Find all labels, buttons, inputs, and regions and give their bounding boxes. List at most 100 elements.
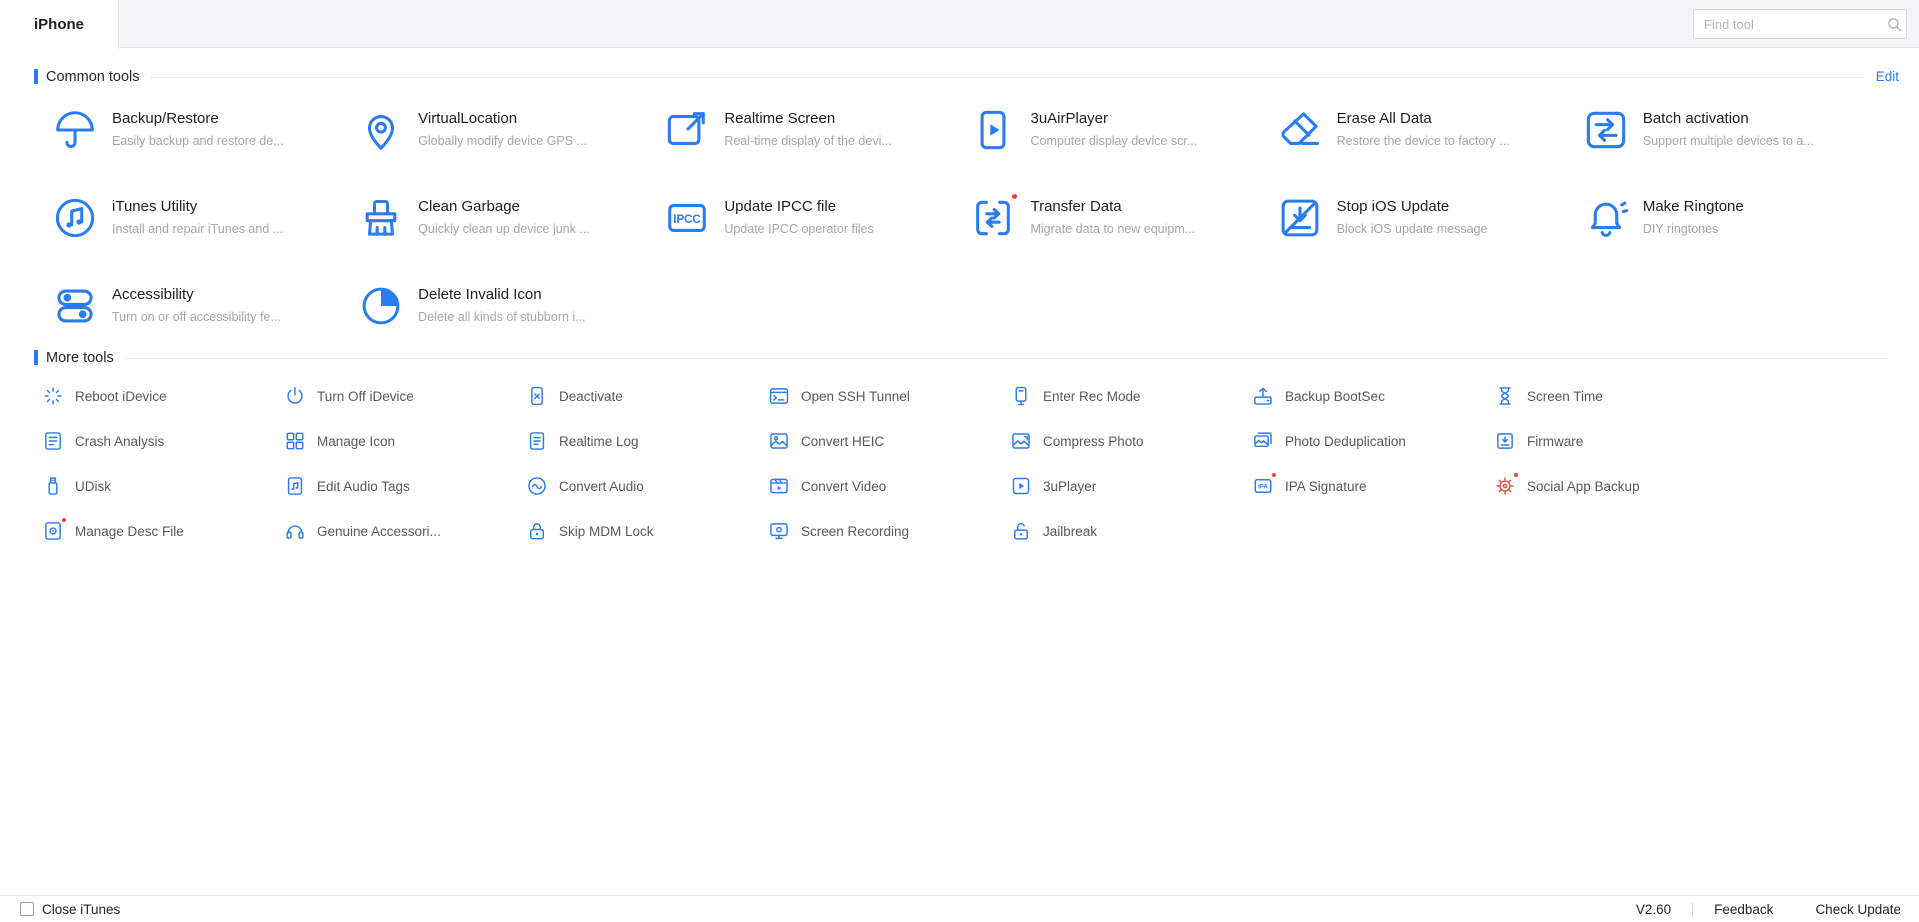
tool-desc: Turn on or off accessibility fe... (112, 310, 281, 324)
search-icon[interactable] (1886, 16, 1903, 33)
common-tool-delete-invalid-icon[interactable]: Delete Invalid Icon Delete all kinds of s… (358, 283, 664, 329)
3uplayer-icon (1010, 475, 1032, 497)
common-tool-itunes-utility[interactable]: iTunes Utility Install and repair iTunes … (52, 195, 358, 241)
tool-label: Turn Off iDevice (317, 388, 414, 404)
common-tool-make-ringtone[interactable]: Make Ringtone DIY ringtones (1583, 195, 1889, 241)
more-tool-convert-video[interactable]: Convert Video (768, 474, 1010, 498)
common-tool-stop-ios-update[interactable]: Stop iOS Update Block iOS update message (1277, 195, 1583, 241)
tool-label: Crash Analysis (75, 433, 165, 449)
tool-label: Enter Rec Mode (1043, 388, 1141, 404)
svg-text:IPA: IPA (1258, 485, 1268, 491)
more-tool-compress-photo[interactable]: Compress Photo (1010, 429, 1252, 453)
stop-update-icon (1277, 195, 1323, 241)
common-tool-erase-all-data[interactable]: Erase All Data Restore the device to fact… (1277, 107, 1583, 153)
more-tool-crash-analysis[interactable]: Crash Analysis (42, 429, 284, 453)
umbrella-icon (52, 107, 98, 153)
tool-desc: Install and repair iTunes and ... (112, 222, 284, 236)
transfer-data-icon (970, 193, 1019, 241)
tool-label: Open SSH Tunnel (801, 388, 910, 404)
convert-audio-icon (526, 475, 548, 497)
notification-dot (1513, 472, 1519, 478)
more-tool-skip-mdm-lock[interactable]: Skip MDM Lock (526, 519, 768, 543)
common-tool-clean-garbage[interactable]: Clean Garbage Quickly clean up device jun… (358, 195, 664, 241)
tool-title: Update IPCC file (724, 198, 837, 215)
more-tool-photo-deduplication[interactable]: Photo Deduplication (1252, 429, 1494, 453)
close-itunes-option[interactable]: Close iTunes (20, 902, 120, 917)
more-tool-enter-rec-mode[interactable]: Enter Rec Mode (1010, 384, 1252, 408)
common-tools-section: Common tools Edit Backup/Restore Easily b… (0, 67, 1919, 329)
more-tool-realtime-log[interactable]: Realtime Log (526, 429, 768, 453)
more-tool-ipa-signature[interactable]: IPA IPA Signature (1252, 472, 1494, 498)
tab-iphone[interactable]: iPhone (0, 0, 120, 49)
feedback-link[interactable]: Feedback (1714, 902, 1773, 917)
delete-invalid-icon (358, 283, 404, 329)
search-input[interactable] (1694, 16, 1886, 32)
check-update-link[interactable]: Check Update (1815, 902, 1901, 917)
common-tool-realtime-screen[interactable]: Realtime Screen Real-time display of the … (664, 107, 970, 153)
itunes-icon (52, 195, 98, 241)
common-tool-update-ipcc-file[interactable]: IPCC Update IPCC file Update IPCC operator… (664, 195, 970, 241)
tool-label: Edit Audio Tags (317, 478, 410, 494)
tool-label: Genuine Accessori... (317, 523, 441, 539)
rec-mode-icon (1010, 385, 1032, 407)
tool-title: Transfer Data (1030, 198, 1122, 215)
tool-title: Erase All Data (1336, 110, 1432, 127)
tool-label: IPA Signature (1285, 478, 1367, 494)
more-tool-edit-audio-tags[interactable]: Edit Audio Tags (284, 474, 526, 498)
common-tool-accessibility[interactable]: Accessibility Turn on or off accessibilit… (52, 283, 358, 329)
footer-right: V2.60 Feedback Check Update (1636, 902, 1901, 917)
tool-label: Convert Video (801, 478, 887, 494)
photo-dedup-icon (1252, 430, 1274, 452)
common-tool-batch-activation[interactable]: Batch activation Support multiple devices… (1583, 107, 1889, 153)
tool-desc: Globally modify device GPS ... (418, 134, 587, 148)
more-tool-3uplayer[interactable]: 3uPlayer (1010, 474, 1252, 498)
common-tool-backup-restore[interactable]: Backup/Restore Easily backup and restore … (52, 107, 358, 153)
more-tool-manage-icon[interactable]: Manage Icon (284, 429, 526, 453)
convert-video-icon (768, 475, 790, 497)
more-tool-genuine-accessori[interactable]: Genuine Accessori... (284, 519, 526, 543)
more-tool-convert-heic[interactable]: Convert HEIC (768, 429, 1010, 453)
tool-label: Screen Time (1527, 388, 1603, 404)
common-tool-3uairplayer[interactable]: 3uAirPlayer Computer display device scr..… (970, 107, 1276, 153)
tool-title: Realtime Screen (724, 110, 836, 127)
social-backup-icon (1494, 472, 1519, 497)
section-divider (151, 76, 1864, 78)
more-tool-deactivate[interactable]: Deactivate (526, 384, 768, 408)
power-off-icon (284, 385, 306, 407)
more-tool-manage-desc-file[interactable]: Manage Desc File (42, 517, 284, 543)
tool-title: Batch activation (1642, 110, 1749, 127)
convert-heic-icon (768, 430, 790, 452)
more-tool-open-ssh-tunnel[interactable]: Open SSH Tunnel (768, 384, 1010, 408)
firmware-icon (1494, 430, 1516, 452)
more-tool-turn-off-idevice[interactable]: Turn Off iDevice (284, 384, 526, 408)
more-tool-convert-audio[interactable]: Convert Audio (526, 474, 768, 498)
more-tool-backup-bootsec[interactable]: Backup BootSec (1252, 384, 1494, 408)
more-tool-firmware[interactable]: Firmware (1494, 429, 1736, 453)
more-tool-reboot-idevice[interactable]: Reboot iDevice (42, 384, 284, 408)
version-label: V2.60 (1635, 901, 1672, 917)
more-tool-screen-time[interactable]: Screen Time (1494, 384, 1736, 408)
tool-label: Manage Icon (317, 433, 396, 449)
manage-desc-icon (42, 517, 67, 542)
crash-analysis-icon (42, 430, 64, 452)
more-tool-social-app-backup[interactable]: Social App Backup (1494, 472, 1736, 498)
close-itunes-checkbox[interactable] (20, 902, 34, 916)
tool-desc: Computer display device scr... (1030, 134, 1198, 148)
edit-link[interactable]: Edit (1876, 69, 1899, 84)
more-tool-udisk[interactable]: UDisk (42, 474, 284, 498)
tool-title: 3uAirPlayer (1030, 110, 1109, 127)
tool-title: Make Ringtone (1642, 198, 1744, 215)
common-tool-virtuallocation[interactable]: VirtualLocation Globally modify device GP… (358, 107, 664, 153)
svg-text:IPCC: IPCC (674, 214, 701, 226)
tool-label: Skip MDM Lock (559, 523, 654, 539)
more-tool-screen-recording[interactable]: Screen Recording (768, 519, 1010, 543)
tool-label: Manage Desc File (75, 523, 184, 539)
manage-icon-icon (284, 430, 306, 452)
notification-dot (1011, 193, 1019, 200)
more-tool-jailbreak[interactable]: Jailbreak (1010, 519, 1252, 543)
tool-title: Stop iOS Update (1336, 198, 1450, 215)
skip-mdm-icon (526, 520, 548, 542)
main-content: Common tools Edit Backup/Restore Easily b… (0, 48, 1919, 895)
tool-desc: Easily backup and restore de... (112, 134, 284, 148)
common-tool-transfer-data[interactable]: Transfer Data Migrate data to new equipm.… (970, 193, 1276, 241)
